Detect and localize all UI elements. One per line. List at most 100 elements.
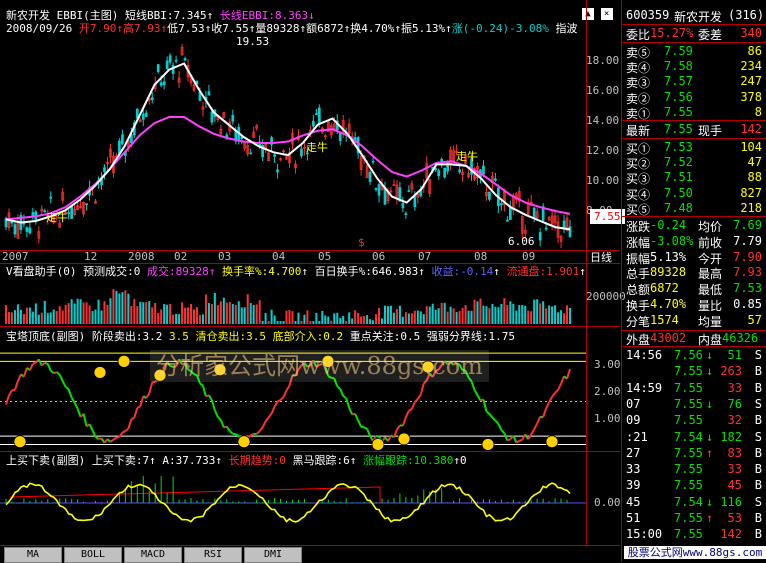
- tab-dmi[interactable]: DMI: [244, 547, 302, 563]
- volume-bar: [80, 299, 82, 324]
- smiley-icon: [118, 355, 130, 367]
- tower-segment: [558, 384, 561, 390]
- candle-body: [563, 221, 565, 228]
- x-axis-label: 06: [372, 250, 385, 263]
- candle-body: [444, 168, 446, 177]
- tick-price: 7.55: [674, 397, 703, 411]
- buy-sell-chart[interactable]: [0, 467, 586, 545]
- ask-row: 卖①7.558: [624, 105, 766, 120]
- volume-bar: [136, 306, 138, 324]
- volume-bar: [268, 321, 270, 324]
- volume-chart[interactable]: [0, 278, 586, 324]
- volume-bar: [402, 317, 404, 324]
- tick-arrow: ↓: [706, 495, 713, 509]
- rise-track-value: 涨幅跟踪:10.380: [363, 454, 453, 467]
- volume-bar: [130, 306, 132, 324]
- volume-bar: [536, 299, 538, 324]
- tower-segment: [552, 393, 555, 397]
- volume-bar: [405, 312, 407, 324]
- candle-body: [169, 56, 171, 62]
- volume-bar: [59, 306, 61, 324]
- volume-bar: [462, 308, 464, 324]
- candle-body: [145, 113, 147, 116]
- volume-bar: [103, 301, 105, 324]
- volume-bar: [521, 305, 523, 324]
- close-icon[interactable]: ×: [601, 8, 613, 20]
- volume-bar: [238, 301, 240, 324]
- smiley-icon: [482, 438, 494, 450]
- candle-body: [166, 61, 168, 69]
- volume-bar: [420, 311, 422, 324]
- candle-body: [211, 112, 213, 122]
- ask-volume: 234: [740, 59, 762, 73]
- volume-bar: [491, 304, 493, 324]
- tower-segment: [75, 403, 78, 409]
- volume-bar: [244, 307, 246, 324]
- volume-bar: [112, 289, 114, 324]
- candle-body: [435, 169, 437, 170]
- stat-label: 总额: [626, 281, 650, 298]
- tower-segment: [376, 436, 379, 437]
- tower-segment: [272, 406, 275, 413]
- tick-time: 09: [626, 413, 640, 427]
- change-value: 涨(-0.24)-3.08%: [452, 22, 549, 35]
- arrow-up-icon: ↑: [207, 9, 214, 22]
- stat-label: 量比: [698, 297, 722, 314]
- dividend-marker-icon: $: [358, 236, 365, 249]
- tower-segment: [495, 421, 498, 424]
- volume-bar: [86, 302, 88, 324]
- bid-volume: 47: [748, 155, 762, 169]
- volume-bar: [220, 301, 222, 324]
- volume-bar: [121, 292, 123, 324]
- tab-boll[interactable]: BOLL: [64, 547, 122, 563]
- volume-bar: [527, 311, 529, 324]
- volume-bar: [450, 307, 452, 324]
- volume-bar: [387, 306, 389, 324]
- candle-body: [50, 197, 52, 198]
- x-axis-label: 03: [218, 250, 231, 263]
- stat-label: 最低: [698, 281, 722, 298]
- tick-time: 51: [626, 511, 640, 525]
- candle-body: [163, 82, 165, 85]
- volume-bar: [396, 309, 398, 324]
- main-chart-panel[interactable]: 新农开发 EBBI(主图) 短线BBI:7.345↑ 长线EBBI:8.363↓…: [0, 0, 620, 262]
- volume-bar: [479, 299, 481, 324]
- tab-macd[interactable]: MACD: [124, 547, 182, 563]
- tower-segment: [9, 390, 12, 395]
- tower-segment: [519, 440, 522, 441]
- tower-segment: [227, 426, 230, 431]
- y-axis-label: 12.00: [586, 144, 619, 157]
- tower-segment: [221, 420, 224, 427]
- tower-y-label: 3.00: [594, 358, 621, 371]
- tower-segment: [84, 414, 87, 427]
- candle-body: [482, 166, 484, 174]
- volume-bar: [277, 321, 279, 324]
- up-icon[interactable]: ▲: [582, 8, 594, 20]
- volume-bar: [142, 302, 144, 324]
- candle-body: [414, 197, 416, 207]
- tower-segment: [418, 395, 421, 399]
- tick-price: 7.55: [674, 381, 703, 395]
- tower-segment: [412, 402, 415, 409]
- tower-segment: [122, 431, 125, 433]
- volume-bar: [11, 312, 13, 324]
- a-value: A:37.733: [162, 454, 215, 467]
- tick-side: B: [755, 364, 762, 378]
- tower-segment: [63, 381, 66, 387]
- tower-segment: [349, 408, 352, 414]
- stat-value: 5.13%: [650, 250, 686, 264]
- candle-body: [86, 204, 88, 205]
- stat-label: 今开: [698, 250, 722, 267]
- tower-segment: [355, 414, 358, 421]
- tower-segment: [57, 372, 60, 375]
- candle-body: [274, 155, 276, 157]
- tab-ma[interactable]: MA: [4, 547, 62, 563]
- volume-bar: [41, 313, 43, 324]
- volume-bar: [89, 306, 91, 324]
- x-axis-label: 05: [318, 250, 331, 263]
- tick-side: B: [755, 413, 762, 427]
- tower-segment: [48, 364, 51, 371]
- point-label: 指波: [555, 22, 577, 35]
- current-hand: 142: [740, 122, 762, 136]
- tab-rsi[interactable]: RSI: [184, 547, 242, 563]
